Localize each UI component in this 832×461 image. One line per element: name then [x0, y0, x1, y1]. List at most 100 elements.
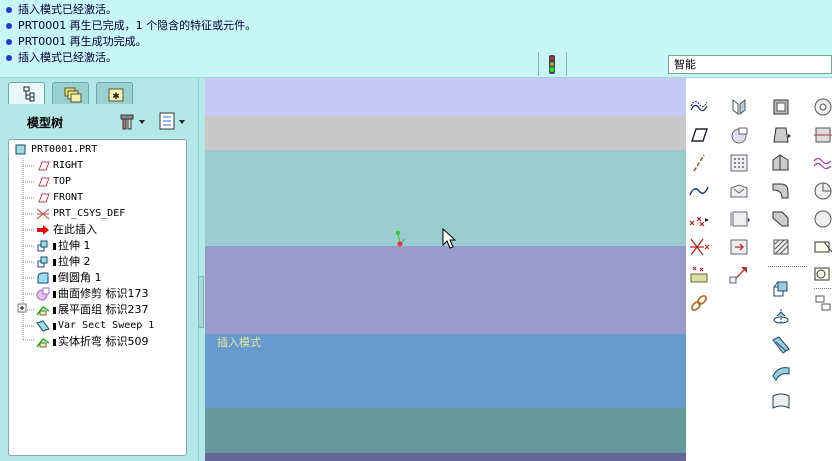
datum-axis-icon — [693, 154, 705, 172]
extend-button[interactable] — [728, 236, 750, 258]
extrude-icon — [35, 255, 51, 269]
round-button[interactable] — [770, 180, 792, 202]
tree-item-round-1[interactable]: 倒圆角 1 — [35, 270, 102, 286]
csys-icon — [35, 207, 51, 221]
tree-item-surface-trim[interactable]: 曲面修剪 标识173 — [35, 286, 149, 302]
folder-browser-icon — [64, 87, 82, 103]
project-icon — [729, 267, 747, 284]
var-sweep-icon — [35, 319, 51, 333]
tree-item-var-sect-sweep[interactable]: Var Sect Sweep 1 — [35, 318, 154, 334]
show-tools-button[interactable] — [119, 112, 145, 130]
blend-button[interactable] — [770, 362, 792, 384]
datum-axis-button[interactable] — [688, 152, 710, 174]
merge-button[interactable] — [728, 124, 750, 146]
datum-point-button[interactable] — [688, 208, 710, 230]
mirror-button[interactable] — [728, 96, 750, 118]
datum-display-button[interactable] — [688, 96, 710, 118]
info-bullet-icon — [6, 55, 12, 61]
analysis-feature-button[interactable] — [688, 264, 710, 286]
datum-curve-button[interactable] — [688, 180, 710, 202]
datum-csys-button[interactable] — [688, 236, 710, 258]
tab-folder-browser[interactable] — [52, 82, 89, 104]
tab-favorites[interactable]: ✱ — [96, 82, 133, 104]
tree-item-root-part[interactable]: PRT0001.PRT — [13, 142, 97, 158]
shell-icon — [773, 99, 789, 115]
datum-plane-icon — [691, 128, 708, 142]
pattern-grid-icon — [730, 154, 748, 172]
offset-icon — [730, 211, 750, 227]
sketch-icon — [815, 295, 831, 311]
message-area: 插入模式已经激活。 PRT0001 再生已完成，1 个隐含的特征或元件。 PRT… — [0, 0, 832, 78]
splitter-grip[interactable] — [198, 276, 204, 328]
sketch-tool-button[interactable] — [812, 292, 832, 314]
analysis-measure-button[interactable] — [812, 264, 832, 286]
graphics-window[interactable]: 插入模式 — [205, 78, 686, 461]
selection-filter-dropdown[interactable]: 智能 — [668, 55, 832, 74]
hole-button[interactable] — [812, 96, 832, 118]
measure-icon — [814, 267, 830, 281]
background-band — [205, 408, 686, 453]
extrude-button[interactable] — [770, 278, 792, 300]
tree-item-right[interactable]: RIGHT — [35, 158, 83, 174]
trim-button[interactable] — [812, 124, 832, 146]
hole-icon — [814, 98, 832, 116]
insert-mode-label: 插入模式 — [217, 336, 261, 349]
analysis-icon — [690, 266, 708, 283]
draft-offset-button[interactable] — [812, 208, 832, 230]
model-tree-header: 模型树 — [3, 106, 195, 134]
navigator-tabs: ✱ — [8, 82, 133, 104]
toolbar-separator — [814, 288, 832, 289]
draft-icon — [773, 127, 791, 143]
sweep-button[interactable] — [770, 334, 792, 356]
tab-model-tree[interactable] — [8, 82, 45, 104]
feature-toolbar — [686, 78, 832, 461]
info-bullet-icon — [6, 7, 12, 13]
datum-csys-icon — [690, 238, 710, 256]
message-line: PRT0001 再生成功完成。 — [6, 34, 256, 50]
tree-item-csys[interactable]: PRT_CSYS_DEF — [35, 206, 125, 222]
project-button[interactable] — [728, 264, 750, 286]
tree-item-extrude-1[interactable]: 拉伸 1 — [35, 238, 91, 254]
round-icon — [772, 183, 789, 199]
plane-offset-button[interactable] — [812, 236, 832, 258]
warp-button[interactable] — [812, 180, 832, 202]
tree-item-solid-bend[interactable]: 实体折弯 标识509 — [35, 334, 149, 350]
mouse-cursor-icon — [442, 228, 456, 249]
insert-here-arrow-icon — [35, 223, 51, 237]
shell-button[interactable] — [770, 96, 792, 118]
round-icon — [35, 271, 51, 285]
chamfer-icon — [772, 211, 789, 227]
draft-button[interactable] — [770, 124, 792, 146]
fill-surface-icon — [730, 184, 748, 198]
panel-splitter[interactable] — [198, 78, 205, 461]
flatten-quilt-icon — [35, 303, 51, 317]
boundary-blend-icon — [772, 393, 790, 409]
tree-item-top[interactable]: TOP — [35, 174, 71, 190]
extend-icon — [730, 239, 748, 255]
chamfer-button[interactable] — [770, 208, 792, 230]
fill-button[interactable] — [728, 180, 750, 202]
tree-settings-button[interactable] — [159, 112, 189, 130]
revolve-button[interactable] — [770, 306, 792, 328]
tree-item-insert-here[interactable]: 在此插入 — [35, 222, 97, 238]
pattern-button[interactable] — [728, 152, 750, 174]
chain-button[interactable] — [688, 292, 710, 314]
background-band — [205, 116, 686, 150]
style-button[interactable] — [812, 152, 832, 174]
model-tree-icon — [23, 86, 35, 102]
cosmetic-thread-button[interactable] — [770, 236, 792, 258]
warp-icon — [814, 182, 832, 200]
tree-item-front[interactable]: FRONT — [35, 190, 83, 206]
part-icon — [13, 143, 29, 157]
tree-item-extrude-2[interactable]: 拉伸 2 — [35, 254, 91, 270]
regen-status-light-icon[interactable] — [547, 55, 557, 74]
datum-point-icon — [689, 216, 709, 227]
rib-button[interactable] — [770, 152, 792, 174]
toolbar-separator — [768, 266, 808, 267]
surface-trim-icon — [35, 287, 51, 301]
tree-item-flatten-quilt[interactable]: 展平面组 标识237 — [35, 302, 149, 318]
offset-button[interactable] — [728, 208, 750, 230]
solid-bend-icon — [35, 335, 51, 349]
datum-plane-button[interactable] — [688, 124, 710, 146]
boundary-blend-button[interactable] — [770, 390, 792, 412]
